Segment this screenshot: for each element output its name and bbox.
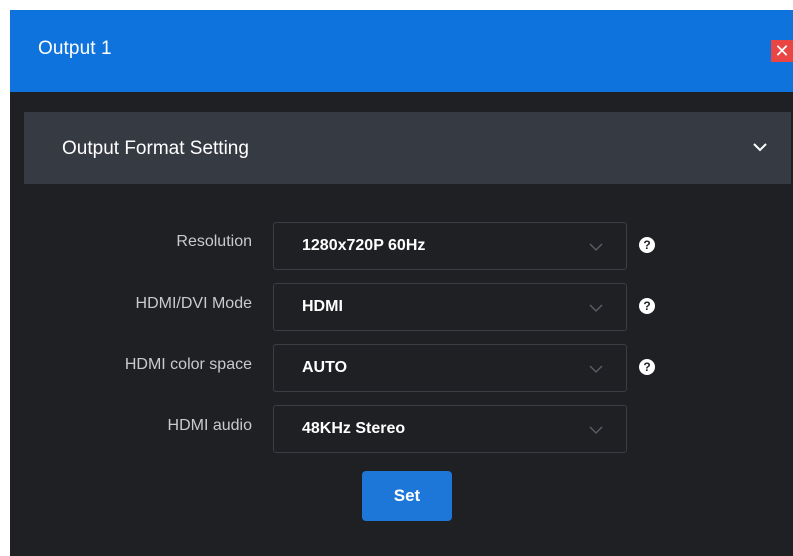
hdmi-color-space-value: AUTO: [302, 359, 348, 376]
hdmi-color-space-label: HDMI color space: [124, 356, 252, 373]
chevron-down-icon: [589, 426, 603, 434]
hdmi-dvi-mode-select[interactable]: HDMI: [273, 283, 627, 331]
close-icon: ✕: [774, 41, 790, 61]
resolution-help-icon[interactable]: ?: [639, 237, 655, 253]
hdmi-dvi-mode-help-icon[interactable]: ?: [639, 298, 655, 314]
hdmi-color-space-select[interactable]: AUTO: [273, 344, 627, 392]
resolution-select[interactable]: 1280x720P 60Hz: [273, 222, 627, 270]
close-button[interactable]: ✕: [771, 40, 793, 62]
chevron-down-icon: [589, 365, 603, 373]
hdmi-dvi-mode-value: HDMI: [302, 298, 343, 315]
set-button[interactable]: Set: [362, 471, 452, 521]
chevron-down-icon: [589, 304, 603, 312]
hdmi-audio-value: 48KHz Stereo: [302, 420, 406, 437]
hdmi-color-space-help-icon[interactable]: ?: [639, 359, 655, 375]
section-title: Output Format Setting: [62, 138, 249, 159]
hdmi-dvi-mode-label: HDMI/DVI Mode: [135, 295, 252, 312]
dialog-titlebar: Output 1 ✕: [10, 10, 793, 92]
chevron-down-icon: [589, 243, 603, 251]
dialog-title: Output 1: [38, 38, 112, 59]
chevron-down-icon: [753, 143, 767, 152]
resolution-value: 1280x720P 60Hz: [302, 237, 426, 254]
hdmi-audio-select[interactable]: 48KHz Stereo: [273, 405, 627, 453]
output-dialog: Output 1 ✕ Output Format Setting Resolut…: [10, 10, 793, 556]
hdmi-audio-label: HDMI audio: [167, 417, 252, 434]
resolution-label: Resolution: [176, 233, 252, 250]
output-format-section-header[interactable]: Output Format Setting: [24, 112, 791, 184]
